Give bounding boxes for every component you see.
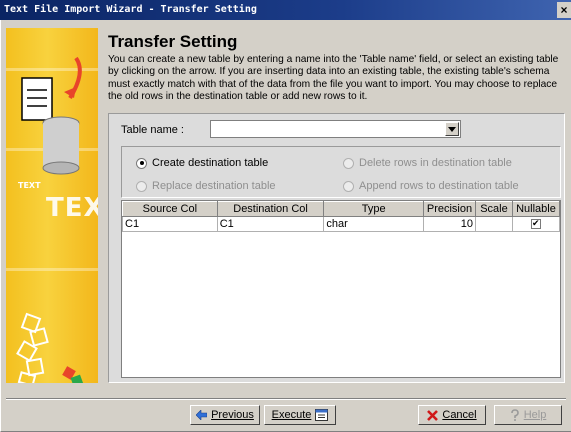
radio-append-rows[interactable]: Append rows to destination table xyxy=(343,180,519,192)
cancel-button[interactable]: Cancel xyxy=(418,405,486,425)
col-header-type[interactable]: Type xyxy=(323,201,425,217)
cell-nullable[interactable] xyxy=(511,216,561,232)
combo-dropdown-button[interactable] xyxy=(445,122,459,136)
close-button[interactable]: × xyxy=(557,2,571,18)
cell-scale[interactable] xyxy=(475,216,513,232)
radio-label: Replace destination table xyxy=(152,180,276,192)
help-question-icon xyxy=(510,409,519,421)
radio-label: Create destination table xyxy=(152,157,269,169)
previous-label: Previous xyxy=(211,409,254,421)
x-mark-icon xyxy=(427,409,439,421)
column-mapping-grid[interactable]: Source Col Destination Col Type Precisio… xyxy=(121,200,561,378)
page-title: Transfer Setting xyxy=(108,32,238,51)
help-button[interactable]: Help xyxy=(494,405,562,425)
chain-graphic-icon xyxy=(16,312,84,383)
previous-button[interactable]: Previous xyxy=(190,405,260,425)
table-row[interactable]: C1 C1 char 10 xyxy=(122,216,561,232)
radio-indicator xyxy=(136,180,147,192)
col-header-source[interactable]: Source Col xyxy=(122,201,218,217)
execute-button[interactable]: Execute xyxy=(264,405,336,425)
banner-text-small: TEXT xyxy=(18,181,41,190)
radio-indicator xyxy=(343,157,354,169)
col-header-precision[interactable]: Precision xyxy=(423,201,476,217)
nullable-checkbox[interactable] xyxy=(530,217,541,230)
page-description: You can create a new table by entering a… xyxy=(108,54,559,103)
table-name-label: Table name : xyxy=(121,124,184,136)
grid-header-row: Source Col Destination Col Type Precisio… xyxy=(122,201,561,217)
window-title: Text File Import Wizard - Transfer Setti… xyxy=(4,4,257,15)
col-header-nullable[interactable]: Nullable xyxy=(511,201,561,217)
radio-indicator xyxy=(136,157,147,169)
window-titlebar: Text File Import Wizard - Transfer Setti… xyxy=(0,0,571,20)
file-to-database-icon xyxy=(21,56,82,175)
execute-icon xyxy=(315,409,329,421)
radio-label: Append rows to destination table xyxy=(359,180,519,192)
arrow-left-icon xyxy=(196,410,208,420)
chevron-down-icon xyxy=(448,126,456,132)
col-header-destination[interactable]: Destination Col xyxy=(216,201,325,217)
cancel-label: Cancel xyxy=(442,409,477,421)
cell-destination-col[interactable]: C1 xyxy=(216,216,325,232)
radio-label: Delete rows in destination table xyxy=(359,157,512,169)
wizard-side-banner: TEXT TEXT xyxy=(6,28,98,383)
radio-create-destination-table[interactable]: Create destination table xyxy=(136,157,268,169)
radio-replace-destination-table[interactable]: Replace destination table xyxy=(136,180,276,192)
banner-text-big: TEXT xyxy=(46,193,98,223)
execute-label: Execute xyxy=(271,409,312,421)
cell-type[interactable]: char xyxy=(323,216,425,232)
button-divider xyxy=(6,398,566,400)
help-label: Help xyxy=(523,409,547,421)
table-name-combo[interactable] xyxy=(210,120,461,138)
radio-indicator xyxy=(343,180,354,192)
radio-delete-rows[interactable]: Delete rows in destination table xyxy=(343,157,512,169)
cell-source-col[interactable]: C1 xyxy=(122,216,218,232)
cell-precision[interactable]: 10 xyxy=(423,216,476,232)
col-header-scale[interactable]: Scale xyxy=(475,201,513,217)
